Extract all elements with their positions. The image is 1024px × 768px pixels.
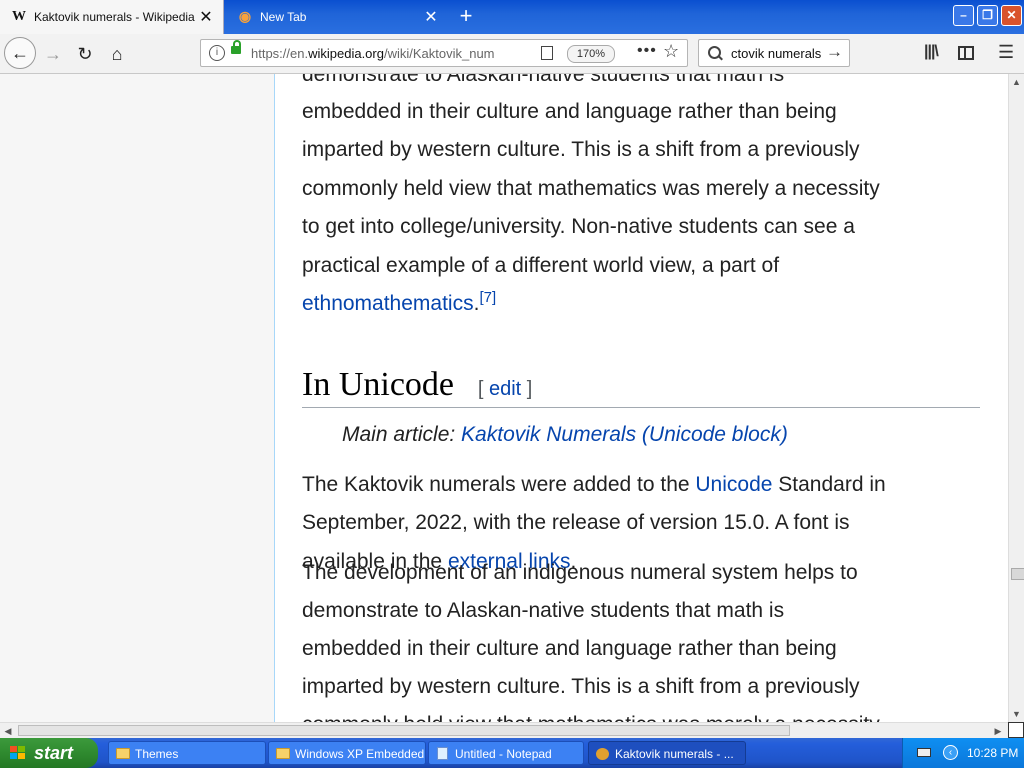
tab-label: Kaktovik numerals - Wikipedia — [34, 10, 195, 24]
navigation-toolbar: ← → ↻ ⌂ i https://en.wikipedia.org/wiki/… — [0, 34, 1024, 74]
paragraph-line: September, 2022, with the release of ver… — [302, 511, 850, 534]
citation-link[interactable]: [7] — [479, 289, 496, 306]
paragraph-line: The Kaktovik numerals were added to the … — [302, 466, 982, 505]
url-path: /wiki/Kaktovik_num — [383, 46, 495, 61]
hatnote: Main article: Kaktovik Numerals (Unicode… — [342, 419, 788, 451]
close-tab-icon[interactable]: ✕ — [195, 7, 217, 27]
home-button[interactable]: ⌂ — [102, 39, 132, 69]
taskbar-item-firefox[interactable]: Kaktovik numerals - ... — [588, 741, 746, 765]
close-tab-icon[interactable]: ✕ — [420, 7, 442, 27]
scrollbar-corner — [1008, 722, 1024, 738]
tray-expand-chevron-icon[interactable]: ‹ — [943, 745, 958, 760]
text-span: The Kaktovik numerals were added to the — [302, 473, 696, 496]
scroll-down-arrow-icon[interactable]: ▼ — [1009, 706, 1024, 722]
scroll-up-arrow-icon[interactable]: ▲ — [1009, 74, 1024, 90]
overlap-paragraph-line: embedded in their culture and language r… — [302, 637, 837, 660]
url-text[interactable]: https://en.wikipedia.org/wiki/Kaktovik_n… — [251, 46, 511, 61]
overlap-paragraph-line: The development of an indigenous numeral… — [302, 561, 858, 584]
page-viewport: demonstrate to Alaskan-native students t… — [0, 74, 1008, 722]
paragraph-line: ethnomathematics.[7] — [302, 285, 982, 324]
edit-section-link[interactable]: edit — [489, 378, 521, 400]
edit-bracket: ] — [521, 378, 533, 400]
folder-icon — [116, 748, 130, 759]
windows-taskbar: start Themes Windows XP Embedded Untitle… — [0, 738, 1024, 768]
sidebar-toggle-icon[interactable] — [958, 46, 974, 60]
search-icon — [708, 46, 721, 59]
section-heading-title: In Unicode — [302, 366, 455, 403]
url-domain: wikipedia.org — [308, 46, 384, 61]
paragraph-line: commonly held view that mathematics was … — [302, 177, 880, 200]
section-edit: [ edit ] — [478, 378, 533, 400]
page-actions-more-icon[interactable]: ••• — [637, 42, 657, 60]
forward-button[interactable]: → — [38, 39, 68, 69]
vertical-scroll-thumb[interactable] — [1011, 568, 1024, 580]
paragraph-line: to get into college/university. Non-nati… — [302, 215, 855, 238]
keyboard-icon[interactable] — [917, 748, 931, 757]
wikipedia-favicon-icon: W — [12, 9, 26, 24]
search-bar[interactable]: ctovik numerals → — [698, 39, 850, 67]
maximize-window-button[interactable]: ❐ — [977, 5, 998, 26]
library-icon[interactable]: |||\ — [924, 43, 939, 61]
url-prefix: https://en. — [251, 46, 309, 61]
taskbar-item-label: Kaktovik numerals - ... — [615, 747, 734, 761]
system-tray: ‹ 10:28 PM — [902, 738, 1024, 768]
new-tab-plus-icon[interactable]: + — [456, 4, 476, 28]
ethnomathematics-link[interactable]: ethnomathematics — [302, 292, 474, 315]
firefox-icon — [596, 748, 609, 760]
unicode-link[interactable]: Unicode — [695, 473, 772, 496]
start-button[interactable]: start — [0, 738, 98, 768]
paragraph-line: demonstrate to Alaskan-native students t… — [302, 74, 785, 86]
overlap-paragraph-line: demonstrate to Alaskan-native students t… — [302, 599, 785, 622]
back-button[interactable]: ← — [4, 37, 36, 69]
paragraph-line: imparted by western culture. This is a s… — [302, 138, 860, 161]
site-info-icon[interactable]: i — [209, 45, 225, 61]
taskbar-item-label: Themes — [135, 747, 179, 761]
firefox-favicon-icon: ◉ — [238, 9, 252, 25]
scroll-right-arrow-icon[interactable]: ▶ — [990, 723, 1006, 739]
folder-icon — [276, 748, 290, 759]
url-bar[interactable]: i https://en.wikipedia.org/wiki/Kaktovik… — [200, 39, 688, 67]
taskbar-item-notepad[interactable]: Untitled - Notepad — [428, 741, 584, 765]
unicode-block-article-link[interactable]: Kaktovik Numerals (Unicode block) — [461, 423, 788, 446]
horizontal-scroll-thumb[interactable] — [18, 725, 790, 736]
taskbar-item-label: Untitled - Notepad — [455, 747, 552, 761]
taskbar-item-windows-xp-embedded[interactable]: Windows XP Embedded — [268, 741, 426, 765]
edit-bracket: [ — [477, 378, 489, 400]
text-span: Standard in — [772, 473, 886, 496]
tab-new-tab[interactable]: ◉ New Tab ✕ — [226, 0, 448, 34]
wikipedia-left-sidebar — [0, 74, 275, 722]
paragraph-line: practical example of a different world v… — [302, 254, 780, 277]
secure-lock-icon — [231, 40, 241, 54]
close-window-button[interactable]: ✕ — [1001, 5, 1022, 26]
section-heading: In Unicode [ edit ] — [302, 362, 980, 408]
hatnote-prefix: Main article: — [342, 423, 462, 446]
tab-kaktovik-numerals[interactable]: W Kaktovik numerals - Wikipedia ✕ — [0, 0, 224, 34]
notepad-icon — [437, 747, 448, 760]
zoom-level-badge[interactable]: 170% — [567, 45, 615, 63]
start-label: start — [34, 743, 74, 763]
horizontal-scrollbar[interactable]: ◀ ▶ — [0, 722, 1008, 738]
taskbar-item-themes[interactable]: Themes — [108, 741, 266, 765]
scroll-left-arrow-icon[interactable]: ◀ — [0, 723, 16, 739]
reload-button[interactable]: ↻ — [70, 39, 100, 69]
browser-tab-bar: W Kaktovik numerals - Wikipedia ✕ ◉ New … — [0, 0, 1024, 34]
minimize-window-button[interactable]: – — [953, 5, 974, 26]
overlap-paragraph-line: imparted by western culture. This is a s… — [302, 675, 860, 698]
bookmark-star-icon[interactable]: ☆ — [663, 41, 679, 62]
paragraph-line: embedded in their culture and language r… — [302, 100, 837, 123]
hamburger-menu-icon[interactable]: ☰ — [998, 42, 1014, 63]
reader-view-icon[interactable] — [541, 46, 553, 60]
taskbar-item-label: Windows XP Embedded — [295, 747, 425, 761]
vertical-scrollbar[interactable]: ▲ ▼ — [1008, 74, 1024, 722]
clock[interactable]: 10:28 PM — [967, 738, 1018, 768]
tab-label: New Tab — [260, 10, 307, 24]
overlap-paragraph-line: commonly held view that mathematics was … — [302, 706, 982, 722]
search-input[interactable]: ctovik numerals — [731, 46, 821, 61]
search-go-arrow-icon[interactable]: → — [826, 42, 843, 62]
windows-flag-icon — [10, 746, 26, 760]
